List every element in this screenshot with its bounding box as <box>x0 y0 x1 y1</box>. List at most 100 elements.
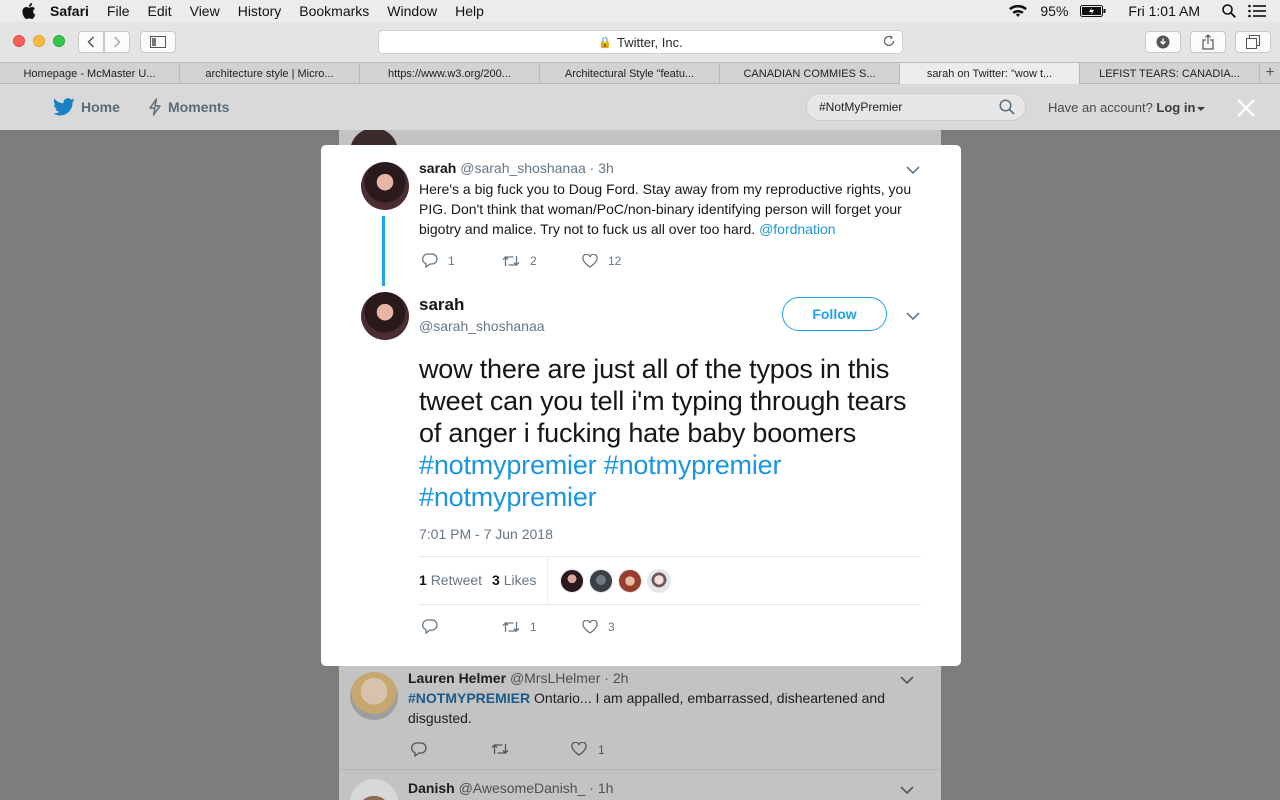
browser-toolbar: 🔒 Twitter, Inc. <box>0 22 1280 62</box>
retweet-icon[interactable] <box>491 742 509 756</box>
forward-button[interactable] <box>104 31 130 53</box>
address-bar-text: Twitter, Inc. <box>616 34 683 50</box>
menu-help[interactable]: Help <box>455 3 484 19</box>
spotlight-search-icon[interactable] <box>1222 4 1236 18</box>
tab-w3[interactable]: https://www.w3.org/200... <box>360 63 540 84</box>
search-query-text: #NotMyPremier <box>819 100 903 114</box>
author-handle[interactable]: @AwesomeDanish_ <box>459 780 586 796</box>
like-button[interactable]: 3 <box>582 619 662 634</box>
retweet-count: 2 <box>530 253 537 268</box>
main-tweet-actions: 1 3 <box>422 619 662 634</box>
retweet-button[interactable]: 1 <box>502 620 582 634</box>
reply-icon <box>422 619 438 634</box>
mention-link[interactable]: @fordnation <box>759 221 835 237</box>
like-count: 3 <box>608 619 615 634</box>
divider <box>419 604 921 605</box>
reply-button[interactable]: 1 <box>422 253 502 268</box>
twitter-bird-icon <box>53 98 75 116</box>
tab-architecture-style[interactable]: architecture style | Micro... <box>180 63 360 84</box>
new-tab-button[interactable]: + <box>1260 63 1280 83</box>
reply-button[interactable] <box>422 619 502 634</box>
like-count: 12 <box>608 253 622 268</box>
parent-tweet-actions: 1 2 12 <box>422 253 662 268</box>
retweet-icon <box>502 621 520 632</box>
hashtag-link[interactable]: #notmypremier <box>419 450 597 480</box>
liker-avatar[interactable] <box>647 569 671 593</box>
zoom-window-button[interactable] <box>53 35 65 47</box>
chevron-right-icon <box>113 36 121 48</box>
liker-avatar[interactable] <box>618 569 642 593</box>
tweet-author: Danish @AwesomeDanish_ · 1h <box>408 780 613 796</box>
avatar[interactable] <box>361 292 409 340</box>
menu-clock[interactable]: Fri 1:01 AM <box>1128 3 1200 19</box>
menu-window[interactable]: Window <box>387 3 437 19</box>
menu-view[interactable]: View <box>190 3 220 19</box>
menu-edit[interactable]: Edit <box>147 3 171 19</box>
show-all-tabs-button[interactable] <box>1235 31 1271 53</box>
reply-icon[interactable] <box>411 742 427 757</box>
minimize-window-button[interactable] <box>33 35 45 47</box>
search-icon[interactable] <box>999 99 1015 115</box>
menu-history[interactable]: History <box>238 3 282 19</box>
author-name[interactable]: sarah <box>419 160 456 176</box>
timeline-tweet[interactable]: Danish @AwesomeDanish_ · 1h <box>339 771 941 800</box>
like-icon <box>582 619 598 634</box>
tweet-stats: 1 Retweet 3 Likes <box>419 572 536 588</box>
nav-moments[interactable]: Moments <box>148 98 229 116</box>
hashtag-link[interactable]: #NOTMYPREMIER <box>408 690 530 706</box>
author-name[interactable]: sarah <box>419 295 464 315</box>
apple-menu-icon[interactable] <box>22 3 36 19</box>
liker-avatar[interactable] <box>589 569 613 593</box>
close-icon[interactable] <box>1235 97 1257 119</box>
retweet-stat[interactable]: 1 Retweet <box>419 572 482 588</box>
like-button[interactable]: 12 <box>582 253 662 268</box>
notification-center-icon[interactable] <box>1248 4 1266 18</box>
address-bar[interactable]: 🔒 Twitter, Inc. <box>378 30 903 54</box>
tweet-time[interactable]: · 1h <box>589 780 613 796</box>
tweet-time[interactable]: · 2h <box>604 670 628 686</box>
nav-home[interactable]: Home <box>53 98 120 116</box>
tweet-timestamp[interactable]: 7:01 PM - 7 Jun 2018 <box>419 526 553 542</box>
wifi-icon[interactable] <box>1008 4 1028 18</box>
account-prompt: Have an account? Log in <box>1048 100 1206 115</box>
close-window-button[interactable] <box>13 35 25 47</box>
like-icon[interactable] <box>571 742 587 756</box>
twitter-search-input[interactable]: #NotMyPremier <box>806 93 1026 121</box>
follow-button[interactable]: Follow <box>782 297 887 331</box>
tab-mcmaster[interactable]: Homepage - McMaster U... <box>0 63 180 84</box>
tab-sarah-twitter[interactable]: sarah on Twitter: "wow t... <box>900 63 1080 84</box>
author-name[interactable]: Danish <box>408 780 455 796</box>
avatar[interactable] <box>361 162 409 210</box>
tab-canadian-commies[interactable]: CANADIAN COMMIES S... <box>720 63 900 84</box>
tweet-time[interactable]: · 3h <box>590 160 614 176</box>
back-button[interactable] <box>78 31 104 53</box>
avatar <box>350 672 398 720</box>
login-link[interactable]: Log in <box>1156 100 1195 115</box>
hashtag-link[interactable]: #notmypremier <box>419 482 597 512</box>
tab-lefist-tears[interactable]: LEFIST TEARS: CANADIA... <box>1080 63 1260 84</box>
author-handle[interactable]: @MrsLHelmer <box>510 670 600 686</box>
battery-icon[interactable] <box>1080 5 1106 17</box>
chevron-down-icon[interactable] <box>900 676 914 684</box>
author-handle[interactable]: @sarah_shoshanaa <box>419 318 545 334</box>
chevron-down-icon[interactable] <box>906 312 920 320</box>
hashtag-link[interactable]: #notmypremier <box>604 450 782 480</box>
chevron-down-icon[interactable] <box>906 166 920 174</box>
tab-architectural-style[interactable]: Architectural Style "featu... <box>540 63 720 84</box>
liker-avatar[interactable] <box>560 569 584 593</box>
retweet-button[interactable]: 2 <box>502 254 582 268</box>
chevron-down-icon[interactable] <box>900 786 914 794</box>
menu-bookmarks[interactable]: Bookmarks <box>299 3 369 19</box>
reload-icon[interactable] <box>882 34 896 48</box>
timeline-tweet[interactable]: Lauren Helmer @MrsLHelmer · 2h #NOTMYPRE… <box>339 666 941 770</box>
like-stat[interactable]: 3 Likes <box>492 572 536 588</box>
main-tweet-body: wow there are just all of the typos in t… <box>419 354 907 448</box>
downloads-button[interactable] <box>1145 31 1181 53</box>
nav-home-label: Home <box>81 99 120 115</box>
author-handle[interactable]: @sarah_shoshanaa <box>460 160 586 176</box>
menu-file[interactable]: File <box>107 3 130 19</box>
sidebar-toggle-button[interactable] <box>140 31 176 53</box>
share-button[interactable] <box>1190 31 1226 53</box>
menu-app-name[interactable]: Safari <box>50 3 89 19</box>
author-name[interactable]: Lauren Helmer <box>408 670 506 686</box>
